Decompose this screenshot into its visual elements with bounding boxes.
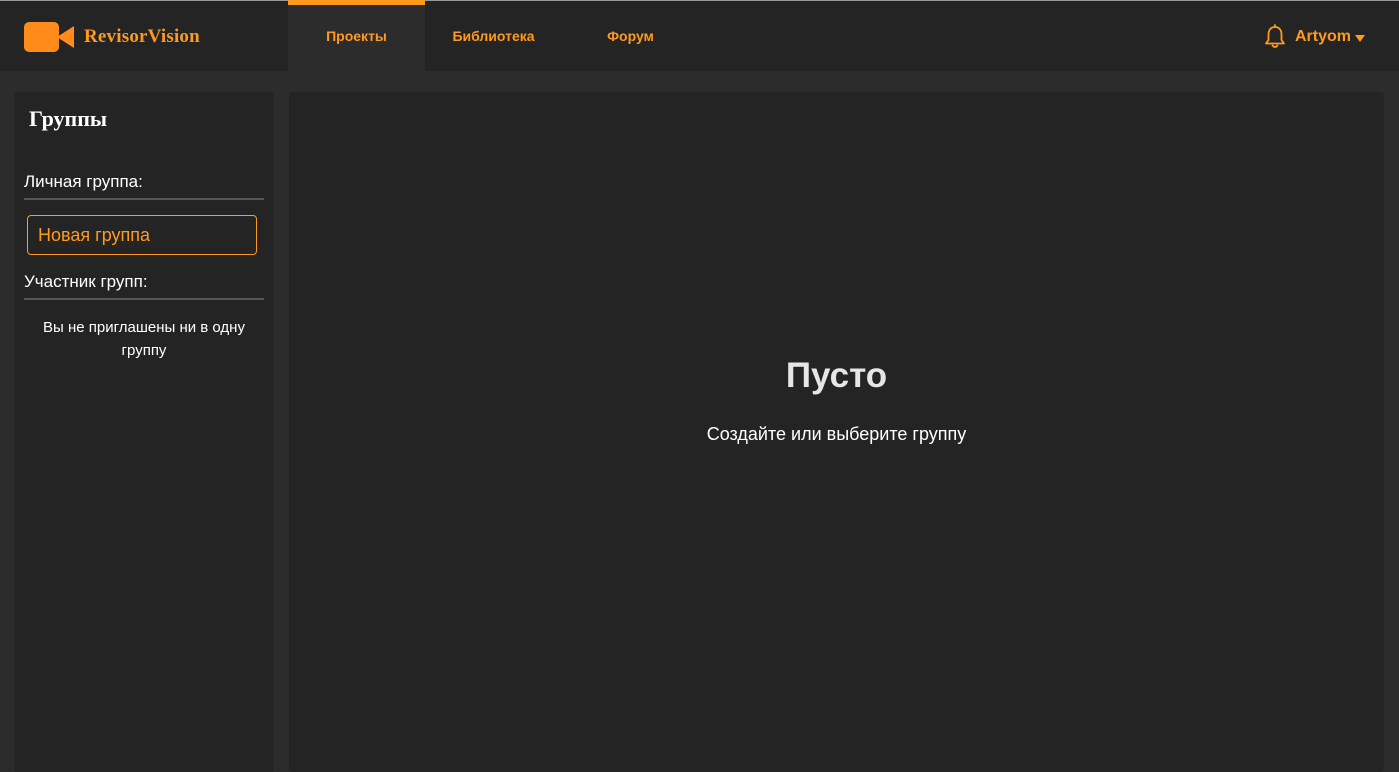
divider xyxy=(24,298,264,300)
user-name[interactable]: Artyom xyxy=(1295,28,1351,46)
main-content-panel: Пусто Создайте или выберите группу xyxy=(289,92,1384,772)
sidebar-title: Группы xyxy=(29,106,108,131)
no-invites-message: Вы не приглашены ни в одну группу xyxy=(43,319,245,359)
member-groups-label: Участник групп: xyxy=(24,272,148,291)
video-camera-icon xyxy=(24,21,74,52)
top-navigation-bar: RevisorVision Проекты Библиотека Форум A… xyxy=(0,0,1399,71)
empty-state-title: Пусто xyxy=(785,356,888,395)
new-group-button[interactable]: Новая группа xyxy=(27,215,257,255)
user-menu[interactable]: Artyom xyxy=(1263,23,1365,51)
empty-state-subtitle: Создайте или выберите группу xyxy=(706,424,967,444)
main-nav: Проекты Библиотека Форум xyxy=(288,0,699,71)
caret-down-icon[interactable] xyxy=(1355,34,1365,42)
personal-group-label: Личная группа: xyxy=(24,172,143,191)
bell-icon[interactable] xyxy=(1263,24,1287,50)
brand-logo[interactable]: RevisorVision xyxy=(24,21,200,52)
tab-forum[interactable]: Форум xyxy=(562,1,699,71)
divider xyxy=(24,198,264,200)
groups-sidebar: Группы Личная группа: Новая группа Участ… xyxy=(14,92,274,772)
brand-name: RevisorVision xyxy=(84,25,200,47)
tab-projects[interactable]: Проекты xyxy=(288,0,425,71)
tab-library[interactable]: Библиотека xyxy=(425,1,562,71)
